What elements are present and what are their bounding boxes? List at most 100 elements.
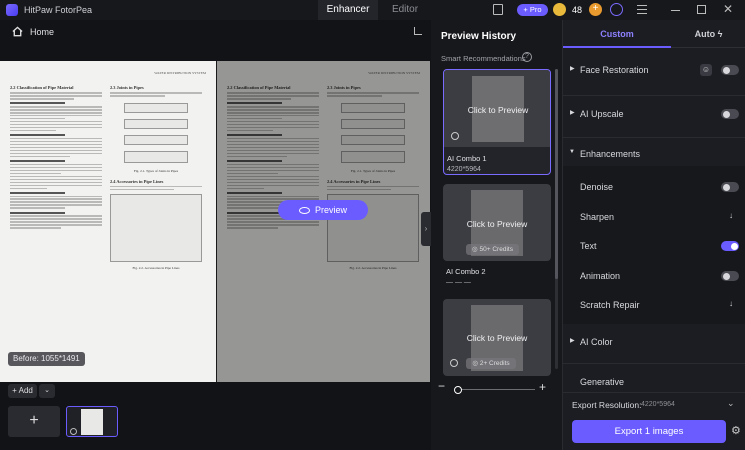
history-resolution-2: — — — (446, 279, 471, 286)
face-icon[interactable]: ☺ (700, 64, 712, 76)
click-to-preview-2: Click to Preview (466, 219, 528, 229)
credits-count: 48 (572, 5, 583, 15)
section-face-restoration[interactable]: ▶ Face Restoration ☺ (563, 56, 745, 84)
after-image: WATER DISTRIBUTION SYSTEM 2.2 Classifica… (217, 61, 430, 382)
doc-section-title: 2.2 Classification of Pipe Material (10, 85, 74, 90)
title-bar: HitPaw FotorPea Enhancer Editor + Pro 48… (0, 0, 745, 20)
app-title: HitPaw FotorPea (24, 5, 93, 15)
add-label: Add (18, 386, 33, 395)
close-icon[interactable]: ✕ (722, 3, 734, 15)
crop-icon[interactable] (414, 27, 422, 35)
menu-icon[interactable] (637, 5, 647, 14)
item-scratch-repair[interactable]: Scratch Repair ↓ (563, 291, 745, 319)
zoom-in-button[interactable]: + (539, 381, 549, 394)
section-face-restoration-label: Face Restoration (580, 65, 649, 75)
denoise-toggle[interactable] (721, 182, 739, 192)
animation-toggle[interactable] (721, 271, 739, 281)
home-label: Home (30, 27, 55, 37)
preview-label: Preview (314, 205, 347, 215)
info-icon (451, 132, 459, 140)
item-denoise-label: Denoise (580, 182, 614, 192)
pro-badge[interactable]: + Pro (517, 4, 548, 16)
expand-arrow-icon: ▶ (570, 66, 575, 72)
item-denoise: Denoise (563, 173, 745, 201)
expand-arrow-icon: ▶ (570, 110, 575, 116)
smart-recommendations-label: Smart Recommendations (441, 54, 526, 63)
help-icon[interactable]: ? (522, 52, 532, 62)
zoom-slider-handle[interactable] (454, 386, 462, 394)
add-button[interactable]: + Add (8, 384, 37, 398)
app-logo-icon (6, 4, 18, 16)
add-dropdown-button[interactable]: ⌄ (39, 384, 55, 398)
doc-caption-accessories: Fig. 2.2. Accessories in Pipe Lines (132, 266, 180, 271)
tab-auto-label: Auto (694, 29, 716, 39)
section-ai-color-label: AI Color (580, 337, 613, 347)
before-image: WATER DISTRIBUTION SYSTEM 2.2 Classifica… (0, 61, 216, 382)
expand-arrow-icon: ▶ (570, 338, 575, 344)
doc-section-joints-after: 2.3 Joints in Pipes (327, 85, 361, 90)
history-resolution-1: 4220*5964 (447, 166, 481, 173)
info-icon (70, 428, 77, 435)
click-to-preview-1: Click to Preview (467, 105, 529, 115)
history-name-1: AI Combo 1 (447, 154, 487, 163)
tab-enhancer[interactable]: Enhancer (318, 0, 378, 20)
item-sharpen[interactable]: Sharpen ↓ (563, 203, 745, 231)
section-enhancements[interactable]: ▼ Enhancements (563, 140, 745, 168)
tab-editor-label: Editor (391, 4, 419, 15)
canvas-area: Home WATER DISTRIBUTION SYSTEM 2.2 Class… (0, 20, 431, 450)
compare-divider[interactable] (216, 61, 217, 382)
tab-custom-label: Custom (600, 29, 634, 39)
home-icon (12, 26, 23, 37)
maximize-icon[interactable] (697, 5, 706, 14)
item-text-label: Text (580, 241, 597, 251)
lightning-icon: ϟ (717, 29, 723, 39)
section-ai-color[interactable]: ▶ AI Color (563, 328, 745, 356)
user-avatar-icon[interactable] (610, 3, 623, 16)
collapse-panel-button[interactable]: › (421, 212, 431, 246)
item-sharpen-label: Sharpen (580, 212, 615, 222)
tab-auto[interactable]: Auto ϟ (671, 20, 745, 48)
section-generative-label: Generative (580, 377, 625, 387)
face-restoration-toggle[interactable] (721, 65, 739, 75)
item-scratch-repair-label: Scratch Repair (580, 300, 640, 310)
gift-icon[interactable] (493, 4, 503, 15)
zoom-slider[interactable] (454, 386, 535, 394)
item-animation: Animation (563, 262, 745, 290)
divider (563, 363, 745, 364)
pro-label: Pro (529, 5, 542, 14)
history-card-3[interactable]: Click to Preview ◎ 2+ Credits (443, 299, 551, 376)
collapse-arrow-icon: ▼ (569, 149, 575, 155)
tab-enhancer-label: Enhancer (326, 4, 370, 15)
export-area: Export Resolution: 4220*5964 ⌄ Export 1 … (563, 392, 745, 450)
expand-down-icon[interactable]: ↓ (729, 211, 733, 220)
expand-down-icon[interactable]: ↓ (729, 299, 733, 308)
preview-history-panel: Preview History Smart Recommendations ? … (431, 20, 562, 450)
preview-button[interactable]: Preview (278, 200, 368, 220)
section-ai-upscale[interactable]: ▶ AI Upscale (563, 100, 745, 128)
minimize-icon[interactable] (671, 10, 680, 12)
before-size-badge: Before: 1055*1491 (8, 352, 85, 366)
export-button[interactable]: Export 1 images (572, 420, 726, 443)
image-thumbnail[interactable] (66, 406, 118, 437)
enhancements-body: Denoise Sharpen ↓ Text Animation Scratch… (563, 166, 745, 324)
add-credits-icon[interactable]: + (589, 3, 602, 16)
before-size-label: Before: 1055*1491 (13, 354, 80, 363)
tab-custom[interactable]: Custom (563, 20, 671, 48)
section-ai-upscale-label: AI Upscale (580, 109, 624, 119)
history-card-1[interactable]: Click to Preview AI Combo 1 4220*5964 (443, 69, 551, 175)
chevron-down-icon[interactable]: ⌄ (727, 398, 735, 409)
history-scrollbar[interactable] (555, 69, 558, 369)
doc-section-accessories: 2.4 Accessories in Pipe Lines (110, 178, 164, 184)
settings-panel: Custom Auto ϟ ▶ Face Restoration ☺ ▶ AI … (562, 20, 745, 450)
credits-badge-3: ◎ 2+ Credits (466, 358, 516, 369)
history-name-2: AI Combo 2 (446, 267, 486, 276)
add-image-tile[interactable]: + (8, 406, 60, 437)
history-card-2[interactable]: Click to Preview ◎ 50+ Credits AI Combo … (443, 184, 551, 288)
ai-upscale-toggle[interactable] (721, 109, 739, 119)
gear-icon[interactable]: ⚙ (731, 424, 741, 437)
credits-label-3: 2+ Credits (479, 360, 510, 367)
divider (563, 95, 745, 96)
tab-editor[interactable]: Editor (382, 0, 428, 20)
text-toggle[interactable] (721, 241, 739, 251)
zoom-out-button[interactable]: − (438, 380, 447, 392)
